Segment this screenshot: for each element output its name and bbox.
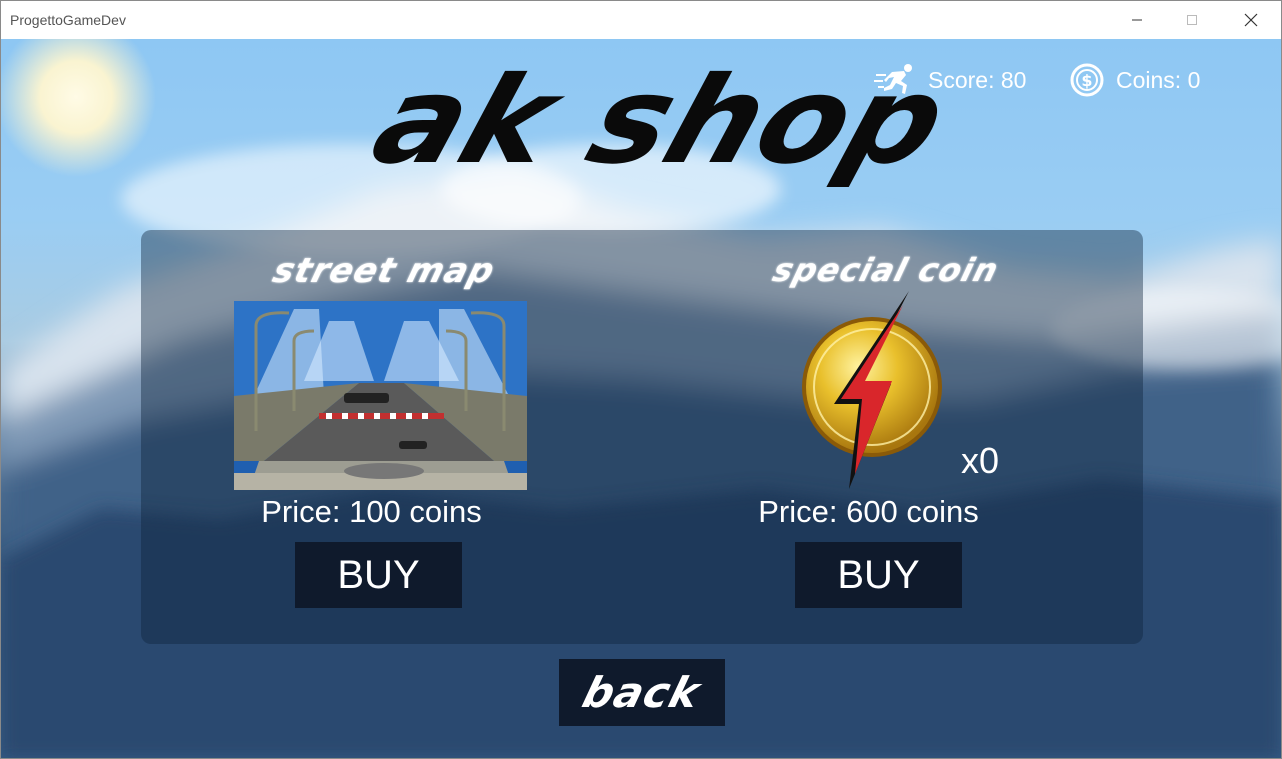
minimize-button[interactable] (1114, 1, 1160, 39)
buy-street-map-button[interactable]: BUY (295, 542, 462, 608)
maximize-icon (1187, 15, 1197, 25)
maximize-button[interactable] (1169, 1, 1215, 39)
special-coin-quantity: x0 (961, 440, 1000, 481)
shop-title: ak shop (357, 57, 962, 191)
item-title-special-coin: special coin (768, 251, 1004, 289)
special-coin-price: Price: 600 coins (758, 494, 979, 529)
lightning-coin-icon (802, 291, 942, 489)
title-bar: ProgettoGameDev (1, 1, 1281, 39)
buy-special-coin-button[interactable]: BUY (795, 542, 962, 608)
close-button[interactable] (1228, 1, 1274, 39)
shop-logo: ak shop (357, 57, 962, 191)
minimize-icon (1132, 19, 1142, 21)
window-title: ProgettoGameDev (10, 12, 126, 28)
street-map-price: Price: 100 coins (261, 494, 482, 529)
back-button[interactable]: back (559, 659, 725, 726)
close-icon (1244, 13, 1258, 27)
item-title-street-map: street map (268, 251, 500, 291)
game-window: ProgettoGameDev Score: 80 $ Coins: 0 ak … (0, 0, 1282, 759)
street-map-preview (234, 301, 527, 490)
shop-scene: Score: 80 $ Coins: 0 ak shop street map (1, 39, 1281, 758)
back-label: back (577, 668, 707, 717)
